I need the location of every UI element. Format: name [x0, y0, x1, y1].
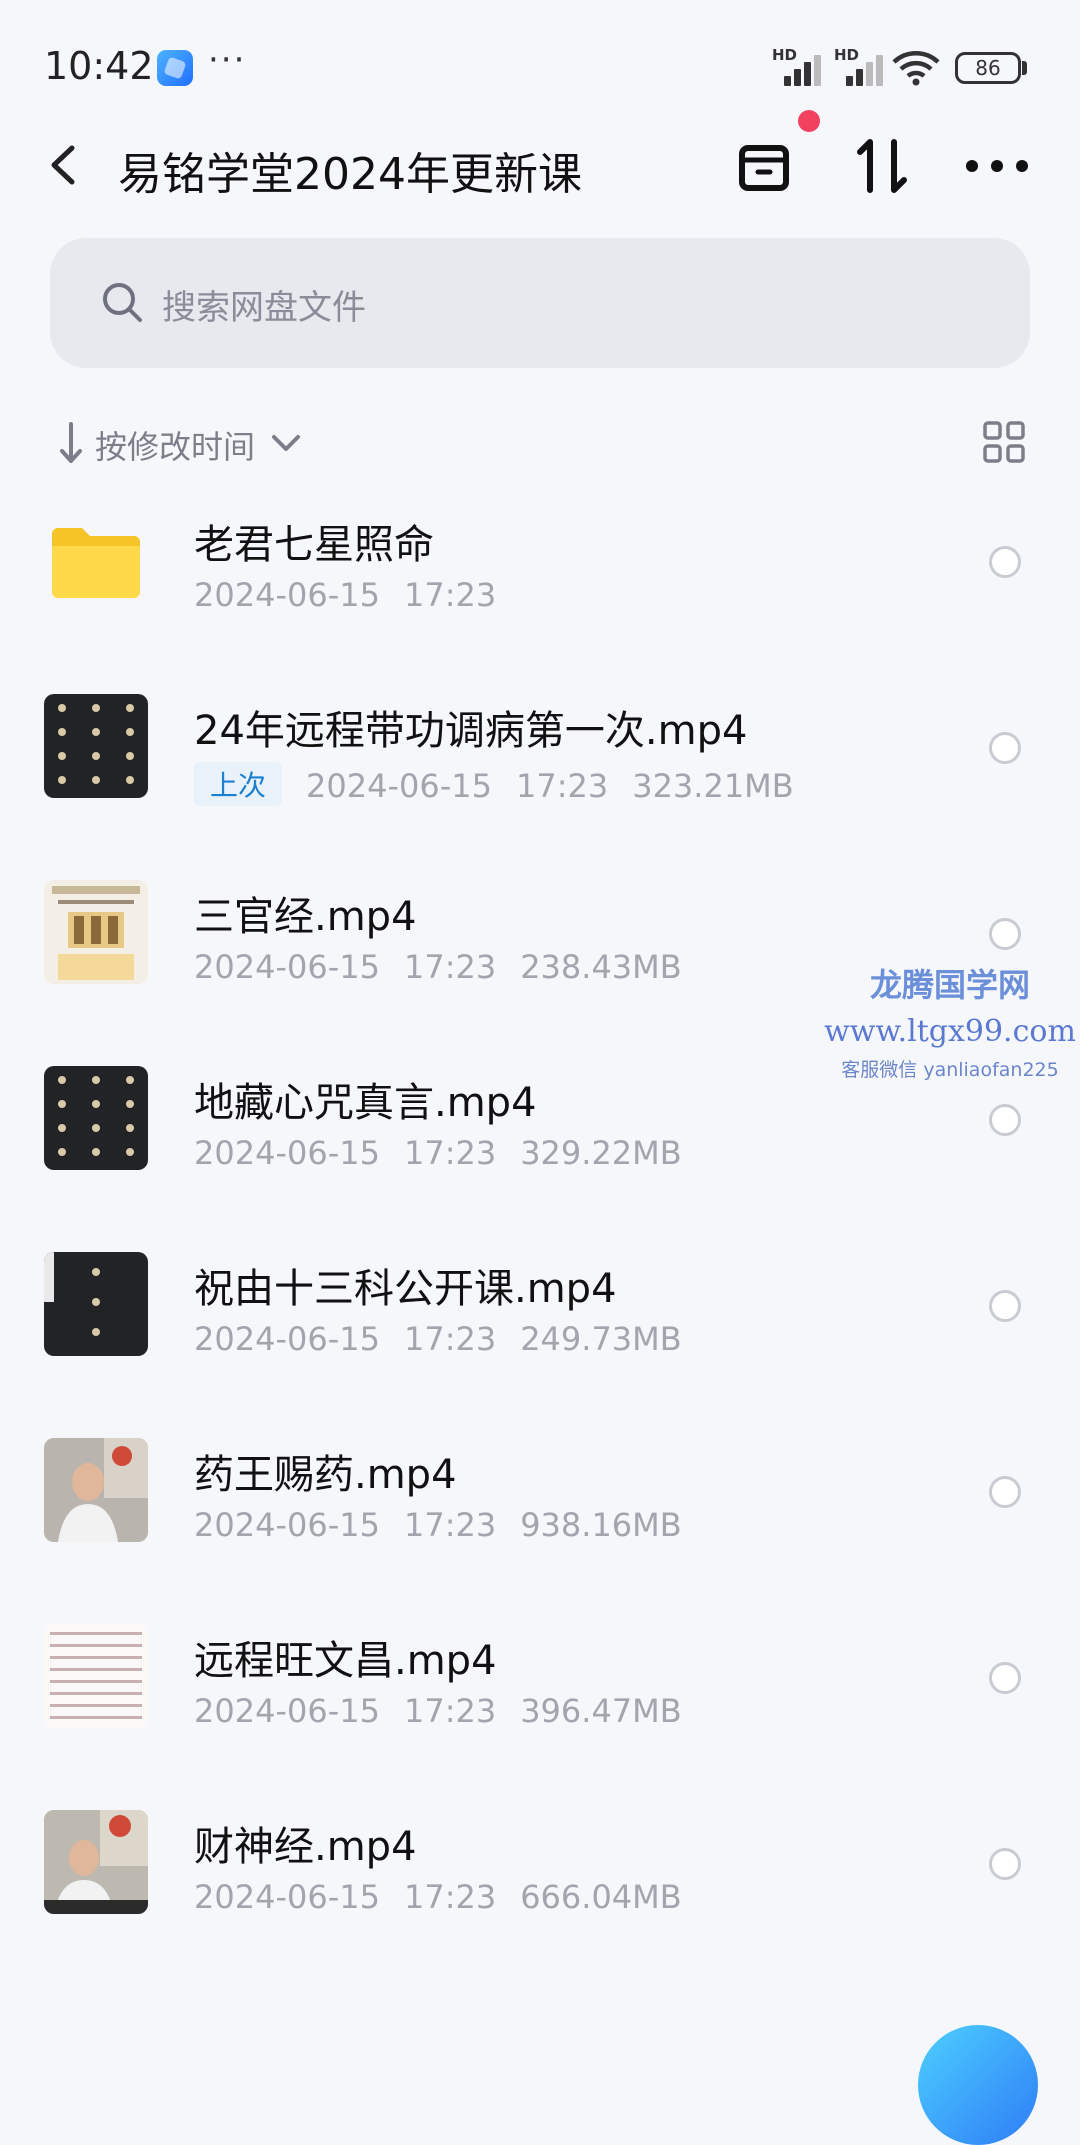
- sort-by-label[interactable]: 按修改时间: [95, 422, 255, 468]
- list-item[interactable]: 祝由十三科公开课.mp4 2024-06-15 17:23 249.73MB: [0, 1234, 1080, 1420]
- list-item[interactable]: 药王赐药.mp4 2024-06-15 17:23 938.16MB: [0, 1420, 1080, 1606]
- search-input[interactable]: 搜索网盘文件: [50, 238, 1030, 368]
- select-checkbox[interactable]: [989, 918, 1021, 950]
- file-meta: 2024-06-15 17:23: [194, 576, 520, 614]
- select-checkbox[interactable]: [989, 1476, 1021, 1508]
- video-thumbnail: [44, 880, 148, 984]
- file-name: 财神经.mp4: [194, 1824, 417, 1870]
- watermark: 龙腾国学网 www.ltgx99.com 客服微信 yanliaofan225: [820, 960, 1080, 1082]
- select-checkbox[interactable]: [989, 546, 1021, 578]
- status-bar: 10:42 ··· HD HD 86: [0, 0, 1080, 110]
- video-thumbnail: [44, 1252, 148, 1356]
- file-name: 远程旺文昌.mp4: [194, 1638, 497, 1684]
- app-header: 易铭学堂2024年更新课: [0, 110, 1080, 220]
- file-date: 2024-06-15: [194, 576, 380, 614]
- list-item[interactable]: 老君七星照命 2024-06-15 17:23: [0, 490, 1080, 676]
- notification-dot: [798, 110, 820, 132]
- arrow-down-icon[interactable]: [56, 420, 86, 466]
- file-size: 249.73MB: [520, 1320, 682, 1358]
- status-time: 10:42: [44, 44, 154, 88]
- app-notification-icon: [157, 50, 193, 86]
- video-thumbnail: [44, 1624, 148, 1728]
- video-thumbnail: [44, 694, 148, 798]
- file-meta: 2024-06-15 17:23 249.73MB: [194, 1320, 706, 1358]
- file-meta: 2024-06-15 17:23 396.47MB: [194, 1692, 706, 1730]
- select-checkbox[interactable]: [989, 732, 1021, 764]
- file-name: 药王赐药.mp4: [194, 1452, 457, 1498]
- more-notifications-icon: ···: [208, 40, 247, 80]
- signal-1-hd-label: HD: [772, 46, 798, 64]
- file-date: 2024-06-15: [194, 1506, 380, 1544]
- list-item[interactable]: 远程旺文昌.mp4 2024-06-15 17:23 396.47MB: [0, 1606, 1080, 1792]
- watermark-title: 龙腾国学网: [869, 966, 1030, 1004]
- file-date: 2024-06-15: [194, 1320, 380, 1358]
- file-date: 2024-06-15: [194, 1692, 380, 1730]
- file-size: 238.43MB: [520, 948, 682, 986]
- signal-2-hd-label: HD: [834, 46, 860, 64]
- file-meta: 2024-06-15 17:23 238.43MB: [194, 948, 706, 986]
- file-size: 396.47MB: [520, 1692, 682, 1730]
- file-meta: 2024-06-15 17:23 938.16MB: [194, 1506, 706, 1544]
- list-item[interactable]: 财神经.mp4 2024-06-15 17:23 666.04MB: [0, 1792, 1080, 1978]
- wifi-icon: [892, 51, 940, 86]
- watermark-url: www.ltgx99.com: [824, 1014, 1076, 1049]
- last-viewed-tag: 上次: [194, 762, 283, 806]
- file-time: 17:23: [403, 1320, 497, 1358]
- search-icon: [103, 283, 142, 322]
- folder-icon: [44, 508, 148, 612]
- file-name: 24年远程带功调病第一次.mp4: [194, 708, 748, 754]
- file-time: 17:23: [515, 767, 609, 805]
- file-name: 祝由十三科公开课.mp4: [194, 1266, 617, 1312]
- file-meta: 2024-06-15 17:23 329.22MB: [194, 1134, 706, 1172]
- watermark-contact: 客服微信 yanliaofan225: [841, 1059, 1059, 1081]
- file-time: 17:23: [403, 1878, 497, 1916]
- select-checkbox[interactable]: [989, 1662, 1021, 1694]
- more-options-icon[interactable]: [962, 146, 1032, 186]
- chevron-down-icon[interactable]: [268, 428, 304, 458]
- file-size: 329.22MB: [520, 1134, 682, 1172]
- file-meta: 上次 2024-06-15 17:23 323.21MB: [194, 762, 818, 806]
- transfer-tray-icon[interactable]: [732, 134, 796, 198]
- file-meta: 2024-06-15 17:23 666.04MB: [194, 1878, 706, 1916]
- back-icon[interactable]: [40, 140, 90, 190]
- file-date: 2024-06-15: [306, 767, 492, 805]
- file-size: 323.21MB: [632, 767, 794, 805]
- grid-view-icon[interactable]: [982, 420, 1026, 464]
- select-checkbox[interactable]: [989, 1104, 1021, 1136]
- select-checkbox[interactable]: [989, 1848, 1021, 1880]
- file-name: 老君七星照命: [194, 522, 434, 568]
- select-checkbox[interactable]: [989, 1290, 1021, 1322]
- video-thumbnail: [44, 1438, 148, 1542]
- search-placeholder: 搜索网盘文件: [162, 288, 366, 328]
- cellular-signal-1-icon: HD: [772, 46, 828, 86]
- file-name: 三官经.mp4: [194, 894, 417, 940]
- file-time: 17:23: [403, 1692, 497, 1730]
- video-thumbnail: [44, 1810, 148, 1914]
- battery-tip: [1022, 61, 1027, 75]
- file-time: 17:23: [403, 576, 497, 614]
- file-date: 2024-06-15: [194, 1878, 380, 1916]
- page-title: 易铭学堂2024年更新课: [118, 149, 582, 200]
- file-date: 2024-06-15: [194, 1134, 380, 1172]
- sort-bar: 按修改时间: [0, 412, 1080, 472]
- battery-indicator: 86: [955, 52, 1021, 84]
- file-name: 地藏心咒真言.mp4: [194, 1080, 537, 1126]
- cellular-signal-2-icon: HD: [834, 46, 890, 86]
- sort-toggle-icon[interactable]: [850, 134, 914, 198]
- file-size: 938.16MB: [520, 1506, 682, 1544]
- list-item[interactable]: 24年远程带功调病第一次.mp4 上次 2024-06-15 17:23 323.21…: [0, 676, 1080, 862]
- file-date: 2024-06-15: [194, 948, 380, 986]
- file-size: 666.04MB: [520, 1878, 682, 1916]
- file-time: 17:23: [403, 1506, 497, 1544]
- floating-action-button[interactable]: [918, 2025, 1038, 2145]
- video-thumbnail: [44, 1066, 148, 1170]
- file-time: 17:23: [403, 948, 497, 986]
- file-time: 17:23: [403, 1134, 497, 1172]
